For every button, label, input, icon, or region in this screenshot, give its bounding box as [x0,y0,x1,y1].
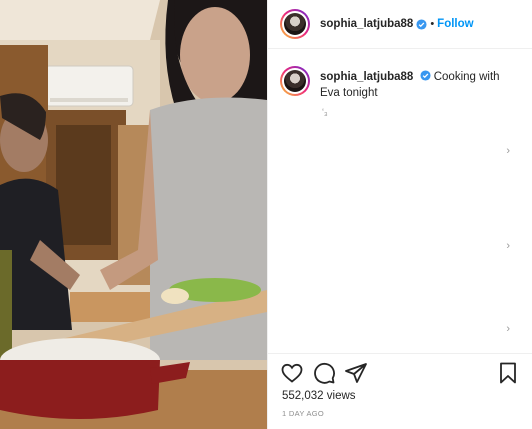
action-bar [268,353,532,391]
caption-text: sophia_latjuba88 Cooking with Eva tonigh… [320,66,515,101]
verified-badge-icon [419,70,431,81]
verified-badge-icon [416,18,427,30]
post-video[interactable] [0,0,267,429]
like-button[interactable] [280,361,304,385]
paper-plane-icon [345,362,367,383]
post-side-panel: sophia_latjuba88 • Follow sophia_latjuba… [267,0,532,429]
video-frame-illustration [0,0,267,429]
comment-bubble-icon [314,362,335,384]
comments-area[interactable]: sophia_latjuba88 Cooking with Eva tonigh… [268,50,532,353]
caption-username[interactable]: sophia_latjuba88 [320,71,413,83]
post-header: sophia_latjuba88 • Follow [268,0,532,49]
view-count[interactable]: 552,032 views [282,390,356,402]
comment-button[interactable] [312,361,336,385]
chevron-right-icon: › [506,323,510,335]
caption-row: sophia_latjuba88 Cooking with Eva tonigh… [280,66,520,101]
reply-glyph: ʻ₃ [322,107,328,117]
author-username[interactable]: sophia_latjuba88 [320,18,413,30]
post-timestamp[interactable]: 1 DAY AGO [282,409,324,418]
author-avatar[interactable] [280,9,310,39]
heart-icon [281,363,303,383]
chevron-right-icon: › [506,240,510,252]
chevron-right-icon: › [506,145,510,157]
follow-button[interactable]: Follow [437,18,473,30]
share-button[interactable] [344,361,368,385]
separator-dot: • [430,18,435,30]
caption-author-avatar[interactable] [280,66,310,96]
save-button[interactable] [496,361,520,385]
bookmark-icon [500,362,516,383]
